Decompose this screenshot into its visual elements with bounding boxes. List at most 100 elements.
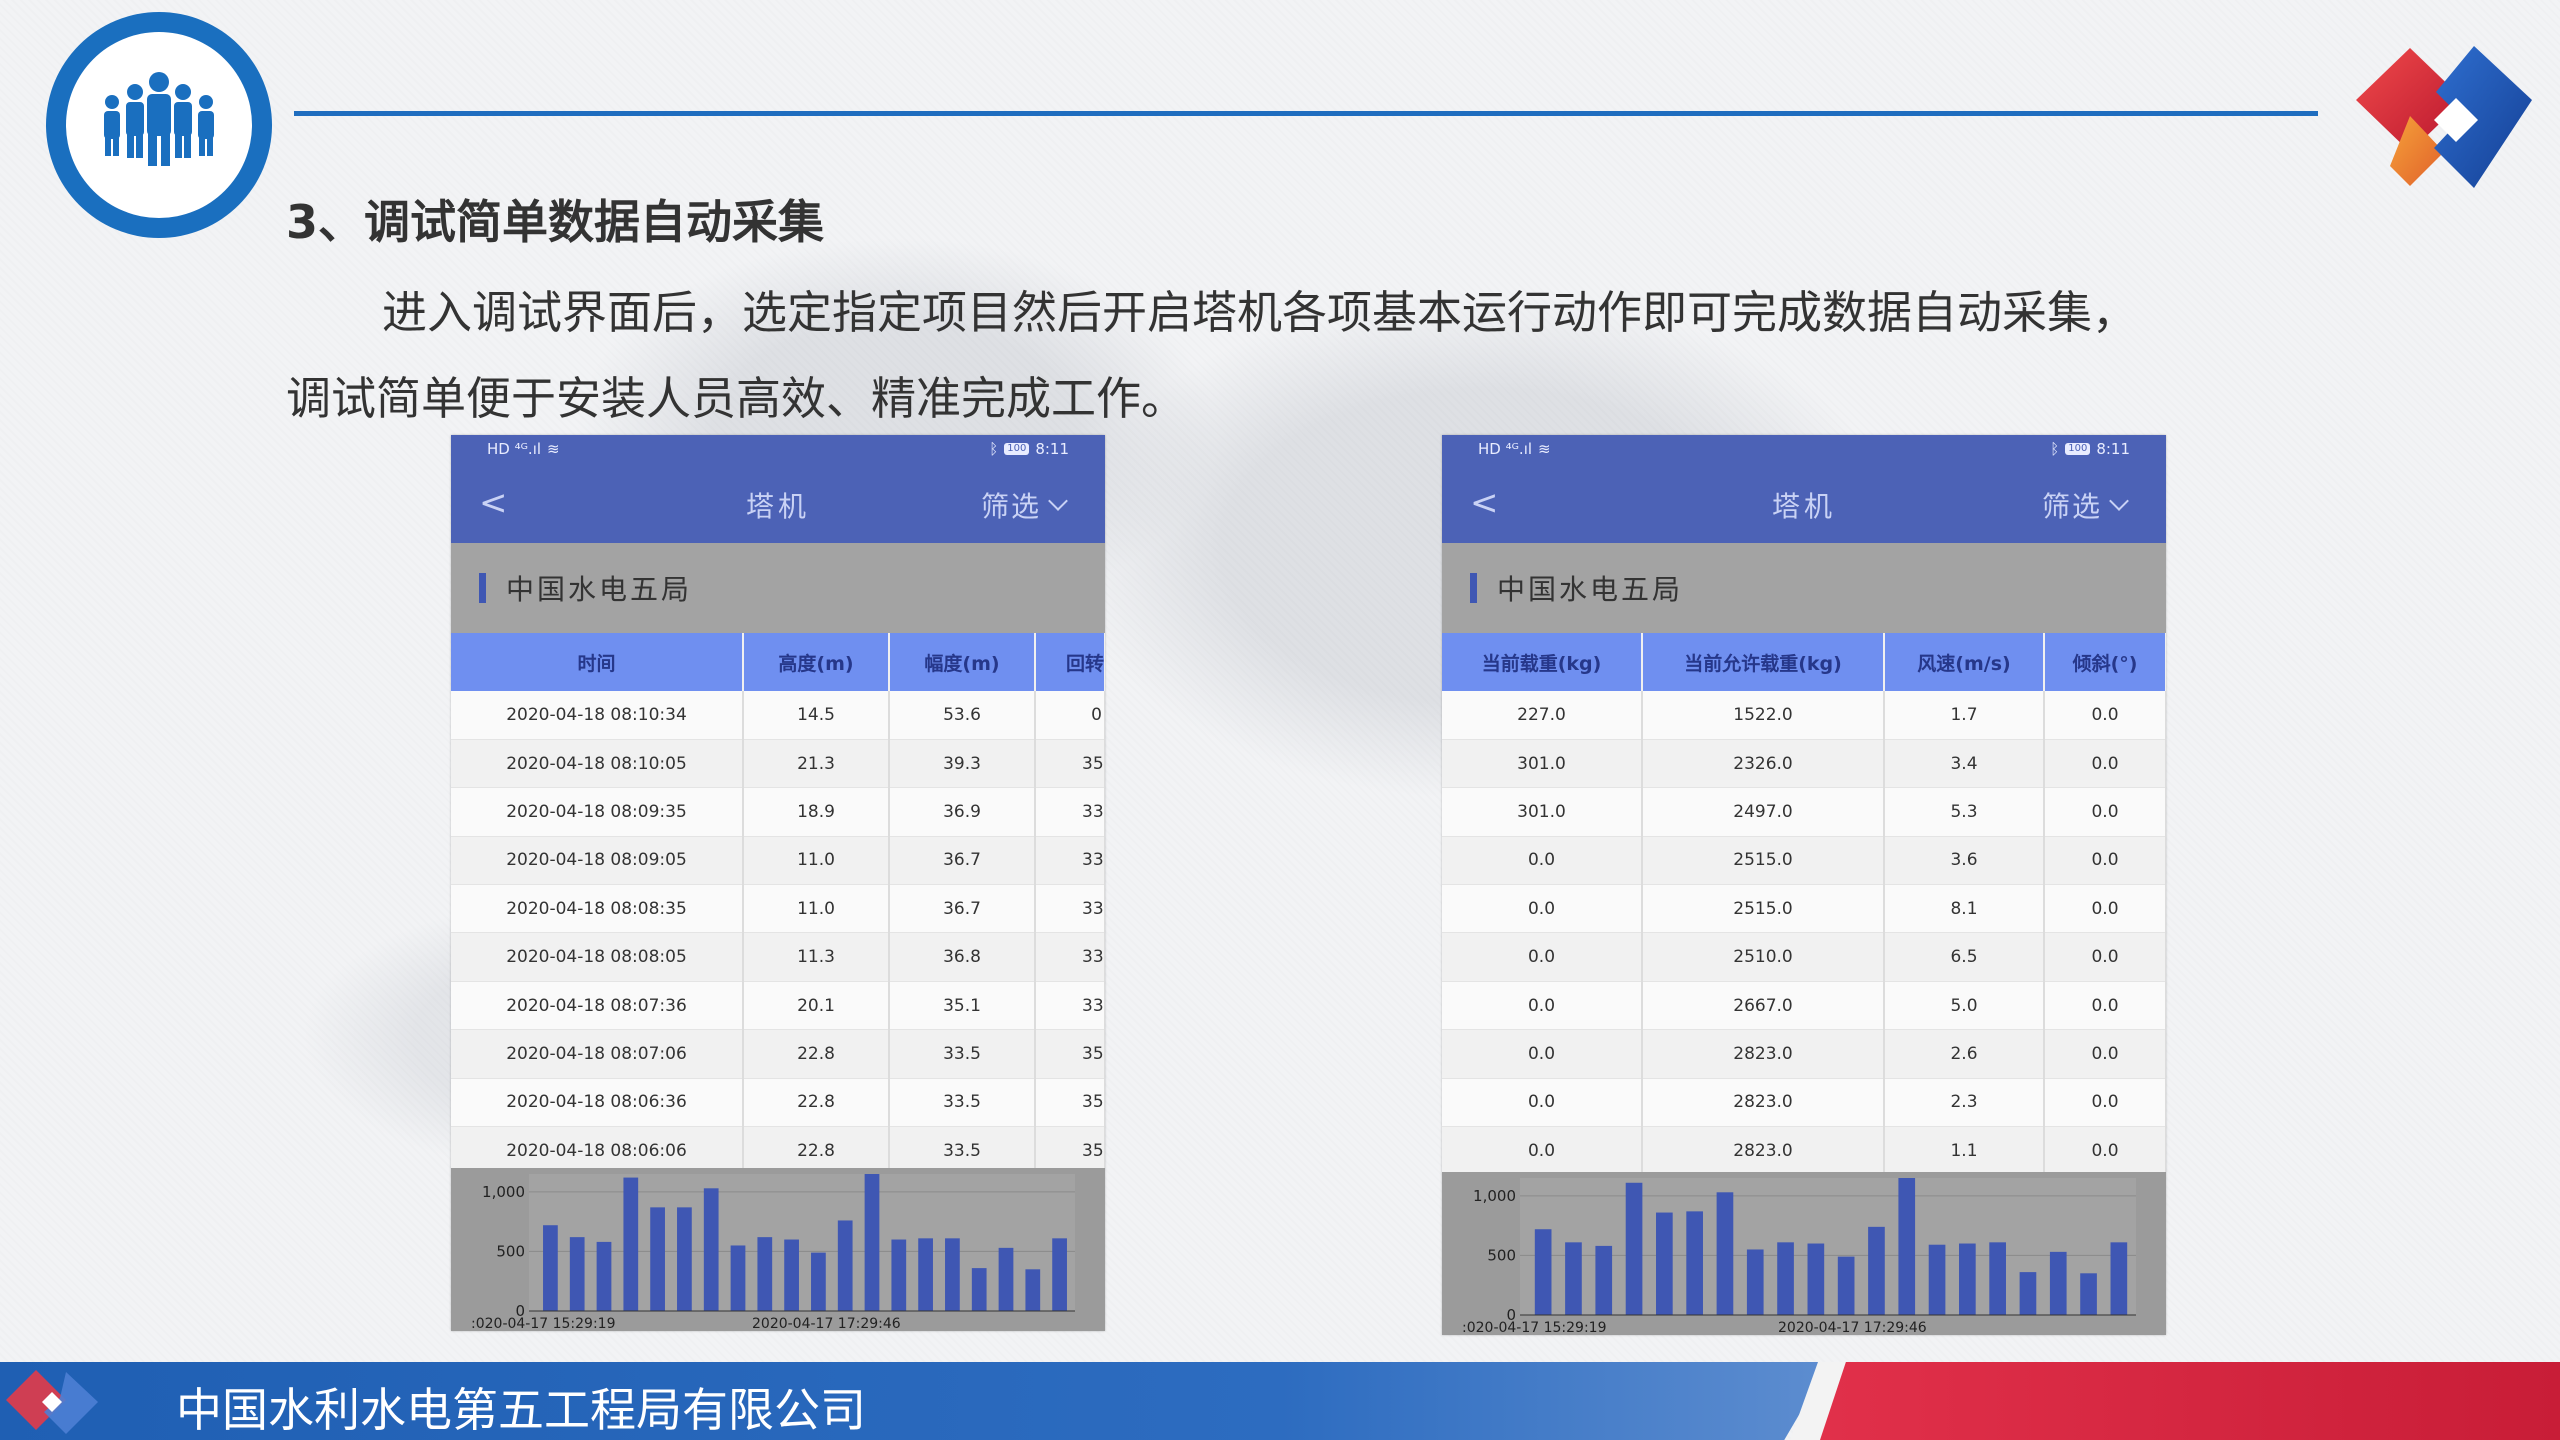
table-row[interactable]: 301.0 2497.0 5.3 0.0	[1442, 787, 2166, 837]
chart-bar	[569, 1237, 585, 1311]
chart-bar	[1928, 1244, 1946, 1315]
table-cell: 1522.0	[1642, 691, 1885, 740]
table-cell: 2823.0	[1642, 1126, 1885, 1176]
chart-bar	[1898, 1178, 1916, 1315]
table-cell: 2.3	[1884, 1078, 2045, 1128]
x-tick-label: 2020-04-17 17:29:46	[752, 1316, 901, 1331]
table-cell: 2.6	[1884, 1029, 2045, 1079]
table-row[interactable]: 0.0 2510.0 6.5 0.0	[1442, 932, 2166, 982]
y-tick-label: 1,000	[1473, 1187, 1516, 1205]
table-cell: 301.0	[1442, 739, 1643, 789]
table-row[interactable]: 0.0 2823.0 2.3 0.0	[1442, 1078, 2166, 1128]
chart-bar	[2019, 1272, 2037, 1315]
table-cell: 33	[1035, 884, 1105, 934]
accent-bar	[479, 573, 486, 603]
table-row[interactable]: 0.0 2515.0 3.6 0.0	[1442, 836, 2166, 886]
x-tick-label: :020-04-17 15:29:19	[471, 1316, 616, 1331]
filter-dropdown[interactable]: 筛选	[980, 485, 1068, 525]
table-header-row: 当前载重(kg) 当前允许载重(kg) 风速(m/s) 倾斜(°)	[1442, 633, 2166, 691]
table-cell: 2020-04-18 08:10:34	[451, 691, 744, 740]
column-header[interactable]: 当前载重(kg)	[1442, 633, 1643, 691]
column-header[interactable]: 风速(m/s)	[1884, 633, 2045, 691]
chart-bar	[1989, 1242, 2006, 1315]
table-row[interactable]: 0.0 2823.0 2.6 0.0	[1442, 1029, 2166, 1079]
table-cell: 35	[1035, 739, 1105, 789]
description-line-1: 进入调试界面后，选定指定项目然后开启塔机各项基本运行动作即可完成数据自动采集，	[382, 286, 2138, 339]
table-row[interactable]: 2020-04-18 08:10:05 21.3 39.3 35	[451, 739, 1105, 789]
table-row[interactable]: 0.0 2823.0 1.1 0.0	[1442, 1126, 2166, 1176]
x-tick-label: :020-04-17 15:29:19	[1462, 1320, 1607, 1335]
chart-bar	[971, 1268, 987, 1311]
table-row[interactable]: 2020-04-18 08:09:05 11.0 36.7 33	[451, 836, 1105, 886]
table-row[interactable]: 227.0 1522.0 1.7 0.0	[1442, 691, 2166, 740]
signal-icon: HD ⁴ᴳ.ıl	[1478, 440, 1533, 458]
table-cell: 33	[1035, 787, 1105, 837]
table-cell: 2515.0	[1642, 836, 1885, 886]
table-row[interactable]: 2020-04-18 08:08:05 11.3 36.8 33	[451, 932, 1105, 982]
table-cell: 0.0	[2044, 787, 2166, 837]
footer-red-band	[1820, 1362, 2560, 1440]
table-cell: 21.3	[743, 739, 890, 789]
chart-bar	[2049, 1251, 2067, 1315]
chevron-down-icon	[1048, 491, 1068, 511]
column-header[interactable]: 倾斜(°)	[2044, 633, 2166, 691]
chart-bar	[1625, 1182, 1643, 1315]
team-logo	[46, 12, 272, 238]
column-header[interactable]: 高度(m)	[743, 633, 890, 691]
chart-bar	[1565, 1242, 1582, 1315]
description-line-2: 调试简单便于安装人员高效、精准完成工作。	[286, 372, 1187, 425]
table-cell: 22.8	[743, 1029, 890, 1079]
table-cell: 11.0	[743, 836, 890, 886]
table-cell: 8.1	[1884, 884, 2045, 934]
table-row[interactable]: 2020-04-18 08:10:34 14.5 53.6 0	[451, 691, 1105, 740]
table-cell: 33	[1035, 836, 1105, 886]
table-cell: 0.0	[1442, 1126, 1643, 1176]
table-cell: 35	[1035, 1078, 1105, 1128]
chart-bar	[1837, 1256, 1855, 1315]
bar-chart-right: 0 500 1,000:020-04-17 15:29:19 2020-04-17 1…	[1442, 1172, 2166, 1335]
chart-bar	[1052, 1238, 1067, 1311]
chart-bar	[1716, 1192, 1734, 1315]
table-row[interactable]: 2020-04-18 08:09:35 18.9 36.9 33	[451, 787, 1105, 837]
battery-icon: 100	[2065, 443, 2091, 455]
status-bar: HD ⁴ᴳ.ıl ≋ ᛒ 100 8:11	[451, 435, 1105, 463]
phone-screenshot-right: HD ⁴ᴳ.ıl ≋ ᛒ 100 8:11 < 塔机 筛选 中国水电五局 当前载…	[1442, 435, 2166, 1335]
org-name: 中国水电五局	[506, 573, 693, 606]
filter-label: 筛选	[980, 490, 1041, 523]
table-row[interactable]: 2020-04-18 08:08:35 11.0 36.7 33	[451, 884, 1105, 934]
table-cell: 227.0	[1442, 691, 1643, 740]
table-row[interactable]: 0.0 2515.0 8.1 0.0	[1442, 884, 2166, 934]
table-row[interactable]: 2020-04-18 08:06:36 22.8 33.5 35	[451, 1078, 1105, 1128]
chart-bar	[623, 1177, 639, 1311]
table-cell: 2020-04-18 08:08:35	[451, 884, 744, 934]
chart-bar	[1959, 1243, 1976, 1315]
chevron-down-icon	[2109, 491, 2129, 511]
table-cell: 33	[1035, 981, 1105, 1031]
table-cell: 2667.0	[1642, 981, 1885, 1031]
filter-label: 筛选	[2041, 490, 2102, 523]
table-row[interactable]: 0.0 2667.0 5.0 0.0	[1442, 981, 2166, 1031]
wifi-icon: ≋	[547, 440, 560, 458]
column-header[interactable]: 回转	[1035, 633, 1105, 691]
filter-dropdown[interactable]: 筛选	[2041, 485, 2129, 525]
column-header[interactable]: 当前允许载重(kg)	[1642, 633, 1885, 691]
table-cell: 36.9	[889, 787, 1036, 837]
chart-bar	[1686, 1211, 1703, 1315]
table-cell: 2326.0	[1642, 739, 1885, 789]
table-cell: 2020-04-18 08:09:35	[451, 787, 744, 837]
y-tick-label: 500	[1487, 1246, 1516, 1264]
table-row[interactable]: 2020-04-18 08:07:36 20.1 35.1 33	[451, 981, 1105, 1031]
table-row[interactable]: 2020-04-18 08:07:06 22.8 33.5 35	[451, 1029, 1105, 1079]
table-cell: 0.0	[1442, 1029, 1643, 1079]
chart-bar	[1746, 1249, 1764, 1315]
bar-chart-left: 0 500 1,000:020-04-17 15:29:19 2020-04-17 1…	[451, 1168, 1105, 1331]
table-cell: 2020-04-18 08:08:05	[451, 932, 744, 982]
data-table: 时间 高度(m) 幅度(m) 回转 2020-04-18 08:10:34 14.…	[451, 633, 1105, 1176]
x-tick-label: 2020-04-17 17:29:46	[1778, 1320, 1927, 1335]
column-header[interactable]: 幅度(m)	[889, 633, 1036, 691]
column-header[interactable]: 时间	[451, 633, 744, 691]
table-row[interactable]: 301.0 2326.0 3.4 0.0	[1442, 739, 2166, 789]
table-cell: 2020-04-18 08:07:06	[451, 1029, 744, 1079]
table-header-row: 时间 高度(m) 幅度(m) 回转	[451, 633, 1105, 691]
chart-bar	[703, 1188, 719, 1311]
